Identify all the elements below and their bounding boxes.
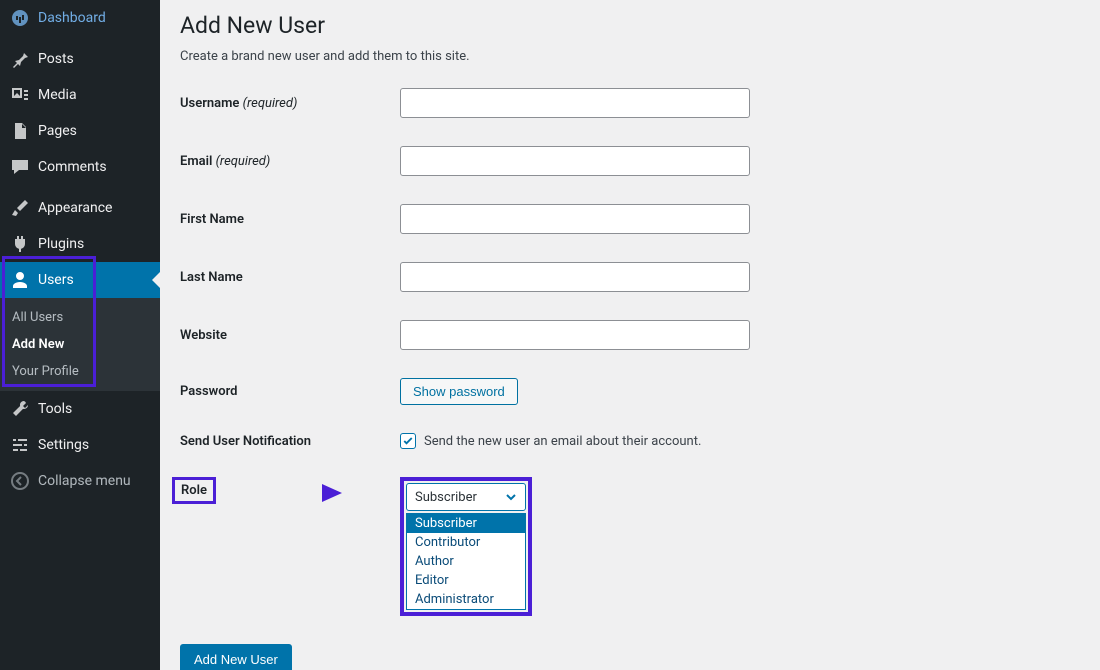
role-select[interactable]: Subscriber xyxy=(406,483,526,511)
menu-label: Settings xyxy=(38,437,89,453)
menu-label: Posts xyxy=(38,51,74,67)
password-label: Password xyxy=(180,384,400,399)
sidebar-item-pages[interactable]: Pages xyxy=(0,113,160,149)
sliders-icon xyxy=(10,435,30,455)
sidebar-item-plugins[interactable]: Plugins xyxy=(0,226,160,262)
notify-description: Send the new user an email about their a… xyxy=(424,434,701,449)
role-option-editor[interactable]: Editor xyxy=(407,571,525,590)
menu-label: Media xyxy=(38,87,77,103)
firstname-label: First Name xyxy=(180,212,400,227)
sidebar-item-settings[interactable]: Settings xyxy=(0,427,160,463)
sidebar-item-comments[interactable]: Comments xyxy=(0,149,160,185)
pin-icon xyxy=(10,49,30,69)
show-password-button[interactable]: Show password xyxy=(400,378,518,405)
wrench-icon xyxy=(10,399,30,419)
notify-label: Send User Notification xyxy=(180,434,400,449)
sidebar-item-appearance[interactable]: Appearance xyxy=(0,190,160,226)
plug-icon xyxy=(10,234,30,254)
role-option-contributor[interactable]: Contributor xyxy=(407,533,525,552)
submenu-add-new[interactable]: Add New xyxy=(0,331,160,358)
menu-label: Plugins xyxy=(38,236,84,252)
page-title: Add New User xyxy=(180,12,1080,39)
comments-icon xyxy=(10,157,30,177)
sidebar-item-media[interactable]: Media xyxy=(0,77,160,113)
sidebar-item-dashboard[interactable]: Dashboard xyxy=(0,0,160,36)
menu-label: Appearance xyxy=(38,200,112,216)
check-icon xyxy=(402,435,414,447)
sidebar-item-posts[interactable]: Posts xyxy=(0,41,160,77)
username-input[interactable] xyxy=(400,88,750,118)
submenu-your-profile[interactable]: Your Profile xyxy=(0,358,160,385)
dashboard-icon xyxy=(10,8,30,28)
notify-checkbox[interactable] xyxy=(400,433,416,449)
user-icon xyxy=(10,270,30,290)
sidebar-item-users[interactable]: Users xyxy=(0,262,160,298)
main-content: Add New User Create a brand new user and… xyxy=(160,0,1100,670)
role-option-subscriber[interactable]: Subscriber xyxy=(407,514,525,533)
lastname-input[interactable] xyxy=(400,262,750,292)
page-intro: Create a brand new user and add them to … xyxy=(180,49,1080,64)
menu-label: Users xyxy=(38,272,74,288)
submit-button[interactable]: Add New User xyxy=(180,644,292,670)
role-label: Role xyxy=(181,483,207,498)
menu-label: Dashboard xyxy=(38,10,106,26)
submenu-all-users[interactable]: All Users xyxy=(0,304,160,331)
media-icon xyxy=(10,85,30,105)
email-label: Email (required) xyxy=(180,154,400,169)
chevron-down-icon xyxy=(505,491,517,503)
admin-sidebar: Dashboard Posts Media Pages Comments App… xyxy=(0,0,160,670)
website-label: Website xyxy=(180,328,400,343)
role-option-administrator[interactable]: Administrator xyxy=(407,590,525,609)
firstname-input[interactable] xyxy=(400,204,750,234)
website-input[interactable] xyxy=(400,320,750,350)
email-input[interactable] xyxy=(400,146,750,176)
role-option-author[interactable]: Author xyxy=(407,552,525,571)
annotation-role-select-highlight: Subscriber Subscriber Contributor Author… xyxy=(400,477,532,616)
role-dropdown: Subscriber Contributor Author Editor Adm… xyxy=(406,513,526,610)
pages-icon xyxy=(10,121,30,141)
username-label: Username (required) xyxy=(180,96,400,111)
collapse-label: Collapse menu xyxy=(38,473,131,489)
annotation-role-highlight: Role xyxy=(172,477,216,504)
collapse-menu[interactable]: Collapse menu xyxy=(0,463,160,499)
role-selected-value: Subscriber xyxy=(415,490,477,505)
lastname-label: Last Name xyxy=(180,270,400,285)
menu-label: Pages xyxy=(38,123,77,139)
menu-label: Comments xyxy=(38,159,107,175)
sidebar-item-tools[interactable]: Tools xyxy=(0,391,160,427)
collapse-icon xyxy=(10,471,30,491)
users-submenu: All Users Add New Your Profile xyxy=(0,298,160,391)
menu-label: Tools xyxy=(38,401,72,417)
brush-icon xyxy=(10,198,30,218)
